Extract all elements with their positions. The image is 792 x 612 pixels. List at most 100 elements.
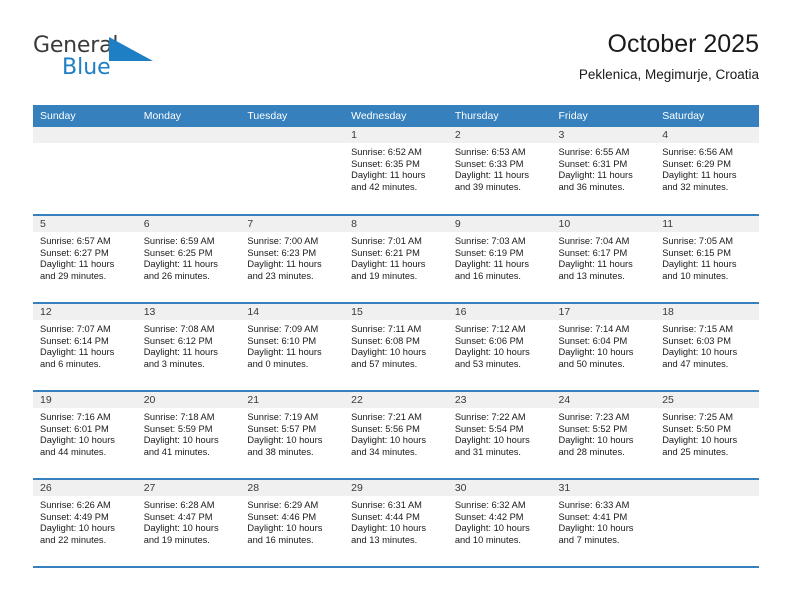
daylight-duration-line2: and 36 minutes. [558, 182, 625, 193]
sunrise-time: Sunrise: 7:00 AM [247, 236, 319, 246]
daylight-duration-line1: Daylight: 11 hours [662, 170, 737, 181]
sunrise-time: Sunrise: 6:57 AM [40, 236, 111, 246]
day-details: Sunrise: 7:18 AM Sunset: 5:59 PM Daylight:… [137, 408, 241, 459]
day-cell[interactable]: 14 Sunrise: 7:09 AM Sunset: 6:10 PM Dayligh… [240, 303, 345, 392]
day-cell[interactable]: 23 Sunrise: 7:22 AM Sunset: 5:54 PM Dayligh… [447, 391, 552, 480]
day-cell[interactable]: 10 Sunrise: 7:04 AM Sunset: 6:17 PM Dayligh… [551, 215, 656, 304]
day-cell[interactable]: 28 Sunrise: 6:29 AM Sunset: 4:46 PM Dayligh… [240, 479, 345, 568]
day-cell[interactable]: 8 Sunrise: 7:01 AM Sunset: 6:21 PM Daylight… [344, 215, 448, 304]
day-cell[interactable]: 27 Sunrise: 6:28 AM Sunset: 4:47 PM Dayligh… [136, 479, 241, 568]
day-cell[interactable]: 4 Sunrise: 6:56 AM Sunset: 6:29 PM Daylight… [655, 127, 759, 216]
sunrise-time: Sunrise: 7:16 AM [40, 412, 111, 422]
day-cell[interactable]: 24 Sunrise: 7:23 AM Sunset: 5:52 PM Dayligh… [551, 391, 656, 480]
day-cell[interactable]: 6 Sunrise: 6:59 AM Sunset: 6:25 PM Daylight… [136, 215, 241, 304]
daylight-duration-line1: Daylight: 10 hours [662, 435, 738, 446]
day-number: 29 [344, 480, 448, 496]
day-details: Sunrise: 6:53 AM Sunset: 6:33 PM Daylight:… [448, 143, 552, 194]
day-cell[interactable]: 5 Sunrise: 6:57 AM Sunset: 6:27 PM Daylight… [33, 215, 137, 304]
daylight-duration-line1: Daylight: 11 hours [40, 347, 115, 358]
daylight-duration-line2: and 57 minutes. [351, 359, 418, 370]
sunset-time: Sunset: 6:19 PM [454, 247, 524, 258]
day-details: Sunrise: 7:01 AM Sunset: 6:21 PM Daylight:… [344, 232, 448, 283]
day-cell[interactable]: 7 Sunrise: 7:00 AM Sunset: 6:23 PM Daylight… [240, 215, 345, 304]
weekday-header-monday: Monday [136, 105, 241, 127]
day-cell[interactable]: 18 Sunrise: 7:15 AM Sunset: 6:03 PM Dayligh… [655, 303, 759, 392]
day-number: 22 [344, 392, 448, 408]
day-cell[interactable]: 26 Sunrise: 6:26 AM Sunset: 4:49 PM Dayligh… [33, 479, 137, 568]
day-cell[interactable]: 22 Sunrise: 7:21 AM Sunset: 5:56 PM Dayligh… [344, 391, 448, 480]
sunrise-time: Sunrise: 6:33 AM [558, 500, 630, 510]
sunset-time: Sunset: 6:27 PM [40, 247, 109, 258]
sunrise-time: Sunrise: 7:05 AM [662, 236, 734, 246]
day-number: 1 [344, 127, 448, 143]
day-details: Sunrise: 7:08 AM Sunset: 6:12 PM Daylight:… [137, 320, 241, 371]
day-cell[interactable]: 30 Sunrise: 6:32 AM Sunset: 4:42 PM Dayligh… [447, 479, 552, 568]
calendar-week-row: 19 Sunrise: 7:16 AM Sunset: 6:01 PM Dayligh… [33, 391, 759, 480]
daylight-duration-line1: Daylight: 10 hours [143, 435, 219, 446]
sunrise-time: Sunrise: 7:11 AM [351, 324, 422, 334]
sunset-time: Sunset: 4:41 PM [558, 511, 628, 522]
day-cell[interactable]: 2 Sunrise: 6:53 AM Sunset: 6:33 PM Daylight… [447, 127, 552, 216]
sunset-time: Sunset: 5:59 PM [143, 423, 213, 434]
sunrise-time: Sunrise: 6:26 AM [40, 500, 111, 510]
day-cell[interactable]: 1 Sunrise: 6:52 AM Sunset: 6:35 PM Daylight… [344, 127, 448, 216]
daylight-duration-line2: and 26 minutes. [143, 271, 210, 282]
day-cell[interactable]: 21 Sunrise: 7:19 AM Sunset: 5:57 PM Dayligh… [240, 391, 345, 480]
daylight-duration-line2: and 19 minutes. [351, 271, 418, 282]
sunset-time: Sunset: 6:35 PM [351, 158, 420, 169]
day-cell[interactable]: 9 Sunrise: 7:03 AM Sunset: 6:19 PM Daylight… [447, 215, 552, 304]
sunset-time: Sunset: 6:14 PM [40, 335, 109, 346]
day-cell[interactable]: 19 Sunrise: 7:16 AM Sunset: 6:01 PM Dayligh… [33, 391, 137, 480]
day-cell[interactable]: 29 Sunrise: 6:31 AM Sunset: 4:44 PM Dayligh… [344, 479, 448, 568]
sunset-time: Sunset: 5:52 PM [558, 423, 628, 434]
daylight-duration-line1: Daylight: 10 hours [454, 523, 530, 534]
day-details: Sunrise: 6:52 AM Sunset: 6:35 PM Daylight:… [344, 143, 448, 194]
sunrise-time: Sunrise: 6:56 AM [662, 147, 734, 157]
day-details: Sunrise: 6:28 AM Sunset: 4:47 PM Daylight:… [137, 496, 241, 547]
sunrise-time: Sunrise: 7:07 AM [40, 324, 111, 334]
sunrise-time: Sunrise: 7:14 AM [558, 324, 630, 334]
day-details: Sunrise: 7:07 AM Sunset: 6:14 PM Daylight:… [33, 320, 137, 371]
day-cell[interactable]: 20 Sunrise: 7:18 AM Sunset: 5:59 PM Dayligh… [136, 391, 241, 480]
day-cell[interactable]: 12 Sunrise: 7:07 AM Sunset: 6:14 PM Dayligh… [33, 303, 137, 392]
daylight-duration-line2: and 42 minutes. [351, 182, 418, 193]
day-details: Sunrise: 7:14 AM Sunset: 6:04 PM Daylight:… [552, 320, 656, 371]
sunset-time: Sunset: 4:47 PM [143, 511, 213, 522]
calendar-page: General Blue October 2025 Peklenica, Meg… [0, 0, 792, 612]
calendar-table: Sunday Monday Tuesday Wednesday Thursday… [33, 105, 759, 568]
daylight-duration-line1: Daylight: 10 hours [351, 523, 427, 534]
day-cell[interactable]: 16 Sunrise: 7:12 AM Sunset: 6:06 PM Dayligh… [447, 303, 552, 392]
day-number: 13 [136, 304, 241, 320]
sunset-time: Sunset: 6:12 PM [143, 335, 213, 346]
daylight-duration-line1: Daylight: 10 hours [558, 347, 634, 358]
day-details: Sunrise: 7:22 AM Sunset: 5:54 PM Daylight:… [448, 408, 552, 459]
day-cell[interactable]: 17 Sunrise: 7:14 AM Sunset: 6:04 PM Dayligh… [551, 303, 656, 392]
day-number: 28 [240, 480, 345, 496]
day-cell[interactable]: 31 Sunrise: 6:33 AM Sunset: 4:41 PM Dayligh… [551, 479, 656, 568]
brand-logo[interactable]: General Blue [33, 34, 243, 94]
daylight-duration-line2: and 6 minutes. [40, 359, 101, 370]
sunrise-time: Sunrise: 7:21 AM [351, 412, 422, 422]
page-title: October 2025 [607, 30, 760, 58]
calendar-body: 1 Sunrise: 6:52 AM Sunset: 6:35 PM Daylight… [33, 127, 759, 568]
sunset-time: Sunset: 6:23 PM [247, 247, 317, 258]
daylight-duration-line1: Daylight: 11 hours [143, 347, 218, 358]
sunset-time: Sunset: 6:33 PM [454, 158, 524, 169]
weekday-header-thursday: Thursday [447, 105, 552, 127]
day-number: 14 [240, 304, 345, 320]
sunrise-time: Sunrise: 6:59 AM [143, 236, 215, 246]
day-number [655, 480, 759, 496]
day-details: Sunrise: 6:55 AM Sunset: 6:31 PM Daylight:… [552, 143, 656, 194]
day-cell[interactable]: 13 Sunrise: 7:08 AM Sunset: 6:12 PM Dayligh… [136, 303, 241, 392]
day-cell[interactable]: 15 Sunrise: 7:11 AM Sunset: 6:08 PM Dayligh… [344, 303, 448, 392]
sunset-time: Sunset: 6:25 PM [143, 247, 213, 258]
day-cell[interactable]: 3 Sunrise: 6:55 AM Sunset: 6:31 PM Daylight… [551, 127, 656, 216]
daylight-duration-line2: and 41 minutes. [143, 447, 210, 458]
daylight-duration-line2: and 19 minutes. [143, 535, 210, 546]
day-cell[interactable]: 11 Sunrise: 7:05 AM Sunset: 6:15 PM Dayligh… [655, 215, 759, 304]
daylight-duration-line1: Daylight: 10 hours [247, 435, 323, 446]
day-number: 31 [551, 480, 656, 496]
sunrise-time: Sunrise: 6:31 AM [351, 500, 422, 510]
day-number: 11 [655, 216, 759, 232]
day-cell[interactable]: 25 Sunrise: 7:25 AM Sunset: 5:50 PM Dayligh… [655, 391, 759, 480]
